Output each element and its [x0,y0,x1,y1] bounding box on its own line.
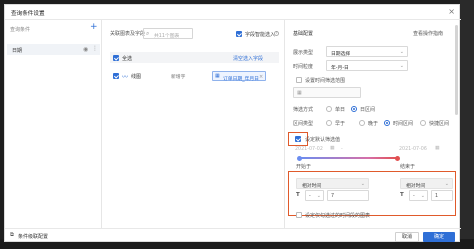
chart-row-checkbox[interactable] [113,73,119,79]
radio-before[interactable] [326,119,332,126]
condition-item[interactable]: 日期 ◉ ⋮ [7,44,100,55]
slider-end-handle[interactable] [395,155,400,161]
today-t-icon: T [400,192,404,198]
query-range-label: 设置时间筛选范围 [305,78,346,84]
dialog-footer: ⧉ 条件级联配置 取消 确定 [5,228,461,243]
scrollbar[interactable] [455,25,458,115]
eye-icon[interactable]: ◉ [83,46,88,53]
chevron-down-icon: ⌄ [316,193,321,199]
field-value: 订单日期_年月日 [223,76,259,82]
date-start[interactable]: 2021-07-02 [295,147,323,152]
close-icon[interactable]: × [448,7,455,16]
field-select[interactable]: ▦ 订单日期_年月日 × [212,71,266,82]
clear-icon[interactable]: × [259,74,263,80]
add-condition-button[interactable]: + [90,23,98,32]
only-linked-label: 设定仅勾选过的时间段的图表 [305,213,371,219]
smart-select-checkbox[interactable] [236,31,242,37]
cancel-button[interactable]: 取消 [395,231,419,242]
config-panel: 基础配置 查看操作指南 展示类型 日期选择 ⌄ 时间粒度 年-月-日 ⌄ 设置时… [285,20,461,228]
end-operator-value: - [413,193,415,199]
slider-start-handle[interactable] [297,155,302,161]
chevron-down-icon: ⌄ [444,181,449,187]
select-all-checkbox[interactable] [113,54,119,61]
query-range-input[interactable]: ▦ [293,87,361,98]
clear-selected-link[interactable]: 清空选入字段 [233,55,263,62]
date-end[interactable]: 2021-07-06 [399,147,427,152]
chevron-down-icon: ⌄ [399,49,404,55]
date-range-slider[interactable] [297,155,400,161]
filter-mode-single: 单日 [335,107,346,113]
condition-item-label: 日期 [12,48,23,54]
today-t-icon: T [296,192,300,198]
background-strip [460,0,474,249]
condition-list-panel: 查询条件 + 日期 ◉ ⋮ [5,20,102,228]
line-chart-icon: 〰 [122,74,129,81]
help-icon[interactable]: ? [274,31,279,36]
interval-time-range: 时间区间 [393,121,414,127]
time-granularity-select[interactable]: 年-月-日 ⌄ [326,60,408,71]
end-label: 结束于 [400,164,416,170]
interval-after: 晚于 [368,121,379,127]
interval-type-label: 区间类型 [293,121,314,127]
list-header: 全选 清空选入字段 [110,52,279,63]
start-label: 开始于 [296,164,312,170]
calendar-icon: ▦ [297,90,302,96]
start-relative-select[interactable]: 相对时间 ⌄ [296,178,369,189]
start-value: 7 [331,193,335,199]
ok-button[interactable]: 确定 [423,231,455,242]
cascade-icon: ⧉ [10,232,14,238]
radio-quick-range[interactable] [420,119,426,126]
start-relative-value: 相对时间 [302,183,322,189]
end-value-input[interactable]: 1 [431,190,453,201]
start-operator-select[interactable]: - ⌄ [305,190,324,201]
filter-mode-label: 筛选方式 [293,107,314,113]
only-linked-checkbox[interactable] [296,212,302,218]
dialog-header: 查询条件设置 × [5,5,461,20]
chevron-down-icon: ⌄ [420,193,425,199]
chart-name: 线图 [131,74,142,80]
display-type-value: 日期选择 [331,51,351,57]
interval-before: 早于 [335,121,346,127]
help-guide-link[interactable]: 查看操作指南 [413,30,443,37]
end-relative-select[interactable]: 相对时间 ⌄ [400,178,453,189]
radio-single-day[interactable] [326,105,332,112]
start-operator-value: - [309,193,311,199]
cascade-config-button[interactable]: 条件级联配置 [18,233,48,240]
interval-quick-range: 快捷区间 [429,121,450,127]
calendar-icon: ▦ [435,146,440,151]
default-value-checkbox[interactable] [295,136,301,142]
end-relative-value: 相对时间 [406,183,426,189]
related-fields-label: 关联图表及字段 [110,31,146,37]
related-fields-panel: 关联图表及字段 ⌕ 共11个图表 字段智能选入 ? 全选 清空选入字段 〰 线图… [102,20,285,228]
dataset-name: 新增字 [171,75,186,80]
chevron-down-icon: ⌄ [399,63,404,69]
end-operator-select[interactable]: - ⌄ [409,190,428,201]
basic-config-heading: 基础配置 [293,31,314,37]
default-value-label: 设定默认筛选值 [305,137,341,143]
display-type-select[interactable]: 日期选择 ⌄ [326,46,408,57]
search-placeholder: 共11个图表 [154,33,180,39]
condition-list-label: 查询条件 [10,27,31,33]
calendar-icon: ▦ [215,73,220,79]
query-range-checkbox[interactable] [296,77,302,83]
time-granularity-value: 年-月-日 [331,65,349,71]
smart-select-label: 字段智能选入 [245,32,276,38]
range-separator: - [341,147,343,152]
radio-after[interactable] [359,119,365,126]
start-value-input[interactable]: 7 [327,190,369,201]
more-icon[interactable]: ⋮ [92,45,98,52]
calendar-icon: ▦ [330,146,335,151]
radio-time-range[interactable] [384,119,390,126]
query-condition-dialog: 查询条件设置 × 查询条件 + 日期 ◉ ⋮ 关联图表及字段 ⌕ 共11个图表 … [4,4,461,243]
select-all-label: 全选 [122,56,133,62]
search-icon: ⌕ [146,30,150,37]
end-value: 1 [435,193,439,199]
search-input[interactable]: ⌕ 共11个图表 [143,28,193,39]
chevron-down-icon: ⌄ [360,181,365,187]
radio-day-range[interactable] [351,105,357,112]
dialog-title: 查询条件设置 [11,11,45,17]
filter-mode-range: 日区间 [360,107,376,113]
time-granularity-label: 时间粒度 [293,64,314,70]
display-type-label: 展示类型 [293,50,314,56]
